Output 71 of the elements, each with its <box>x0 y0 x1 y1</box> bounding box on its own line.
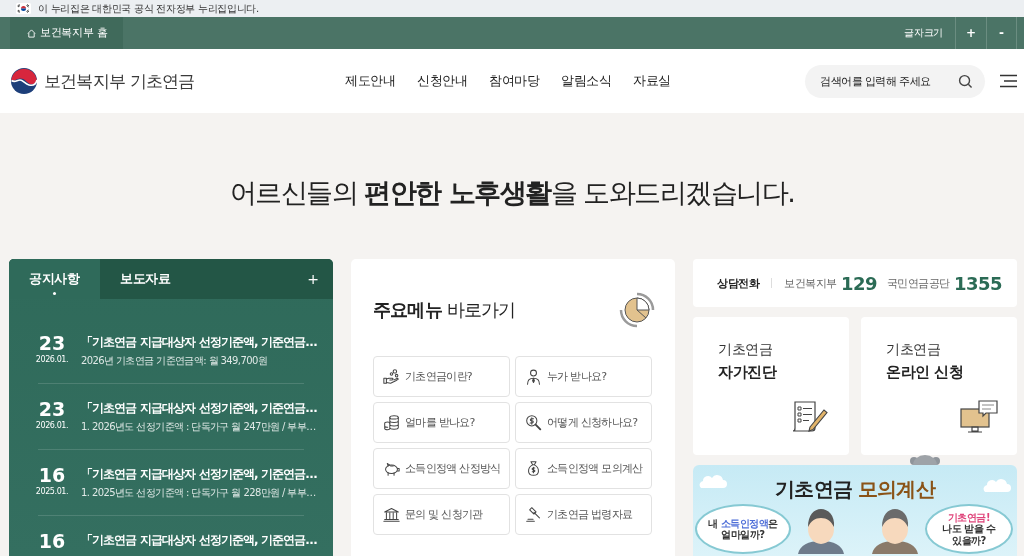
menu-icon <box>1000 74 1017 88</box>
notice-day: 23 <box>38 399 66 420</box>
site-title: 보건복지부 기초연금 <box>44 69 195 93</box>
home-link[interactable]: 보건복지부 홈 <box>10 17 124 49</box>
person-icon <box>525 368 542 385</box>
checklist-pencil-icon <box>791 399 831 435</box>
contact-name: 국민연금공단 <box>887 275 950 291</box>
monitor-chat-icon <box>959 399 999 435</box>
notice-day: 23 <box>38 333 66 354</box>
quick-menu-button[interactable]: 기초연금이란? <box>373 356 510 397</box>
gavel-icon <box>525 506 542 523</box>
piggy-bank-icon <box>383 460 400 477</box>
quick-menu-button[interactable]: 소득인정액 산정방식 <box>373 448 510 489</box>
service-card[interactable]: 기초연금 온라인 신청 <box>861 317 1017 455</box>
speech-bubble: 기초연금! 나도 받을 수 있을까? <box>925 504 1013 554</box>
notice-title[interactable]: 「기초연금 지급대상자 선정기준액, 기준연금… <box>81 465 317 483</box>
nav-link[interactable]: 제도안내 <box>345 72 395 90</box>
coin-stack-icon <box>383 414 400 431</box>
menu-button[interactable] <box>1000 74 1017 88</box>
cloud-icon <box>697 475 727 489</box>
hand-coins-icon <box>383 368 400 385</box>
tab[interactable]: 공지사항 <box>9 259 100 299</box>
gov-notice-text: 이 누리집은 대한민국 공식 전자정부 누리집입니다. <box>38 1 259 16</box>
search-field[interactable]: 검색어를 입력해 주세요 <box>805 64 985 98</box>
cloud-icon <box>981 479 1011 493</box>
quick-menu-button[interactable]: 얼마를 받나요? <box>373 402 510 443</box>
flag-icon <box>16 3 31 14</box>
more-button[interactable]: + <box>293 259 333 299</box>
notice-month: 2026.01. <box>35 421 69 431</box>
animal-head-icon <box>909 455 941 465</box>
hero-heading: 어르신들의 편안한 노후생활을 도와드리겠습니다. <box>229 176 795 210</box>
card-title: 자가진단 <box>718 363 776 382</box>
notice-day: 16 <box>38 465 66 486</box>
notice-month: 2025.01. <box>35 487 69 497</box>
home-icon <box>27 28 36 38</box>
search-icon[interactable] <box>958 73 973 89</box>
quick-menu-button[interactable]: 문의 및 신청기관 <box>373 494 510 535</box>
service-card[interactable]: 기초연금 자가진단 <box>693 317 849 455</box>
contact-name: 보건복지부 <box>784 275 837 291</box>
quick-menu-title: 주요메뉴 바로가기 <box>373 298 516 322</box>
phone-number: 129 <box>840 272 877 294</box>
bank-icon <box>383 506 400 523</box>
nav-link[interactable]: 자료실 <box>633 72 671 90</box>
banner-title: 기초연금 모의계산 <box>775 477 935 501</box>
notice-title[interactable]: 「기초연금 지급대상자 선정기준액, 기준연금… <box>81 399 317 417</box>
card-label: 기초연금 <box>718 341 772 359</box>
quick-menu-button[interactable]: 기초연금 법령자료 <box>515 494 652 535</box>
phone-number: 1355 <box>954 272 1003 294</box>
money-bag-icon <box>525 460 542 477</box>
quick-menu-button[interactable]: 어떻게 신청하나요? <box>515 402 652 443</box>
card-label: 기초연금 <box>886 341 940 359</box>
notice-month: 2026.01. <box>35 355 69 365</box>
contact-label: 상담전화 <box>717 275 760 291</box>
notice-summary: 1. 2026년도 선정기준액 : 단독가구 월 247만원 / 부부… <box>81 420 316 434</box>
speech-bubble: 내 소득인정액은 얼마일까? <box>695 504 791 554</box>
nav-link[interactable]: 참여마당 <box>489 72 539 90</box>
notice-title[interactable]: 「기초연금 지급대상자 선정기준액, 기준연금… <box>81 531 317 549</box>
font-size-label: 글자크기 <box>904 26 944 40</box>
notice-summary: 1. 2025년도 선정기준액 : 단독가구 월 228만원 / 부부… <box>81 486 316 500</box>
pie-chart-icon <box>619 292 655 328</box>
nav-link[interactable]: 알림소식 <box>561 72 611 90</box>
nav-link[interactable]: 신청안내 <box>417 72 467 90</box>
card-title: 온라인 신청 <box>886 363 964 382</box>
simulation-banner[interactable]: 기초연금 모의계산 내 소득인정액은 얼마일까? 기초연금! 나도 받을 수 있을까? <box>693 465 1017 556</box>
quick-menu-button[interactable]: 누가 받나요? <box>515 356 652 397</box>
quick-menu-button[interactable]: 소득인정액 모의계산 <box>515 448 652 489</box>
notice-title[interactable]: 「기초연금 지급대상자 선정기준액, 기준연금… <box>81 333 317 351</box>
logo-icon[interactable] <box>10 67 38 95</box>
notice-day: 16 <box>38 531 66 552</box>
dollar-magnifier-icon <box>525 414 542 431</box>
notice-summary: 2026년 기초연금 기준연금액: 월 349,700원 <box>81 354 268 368</box>
